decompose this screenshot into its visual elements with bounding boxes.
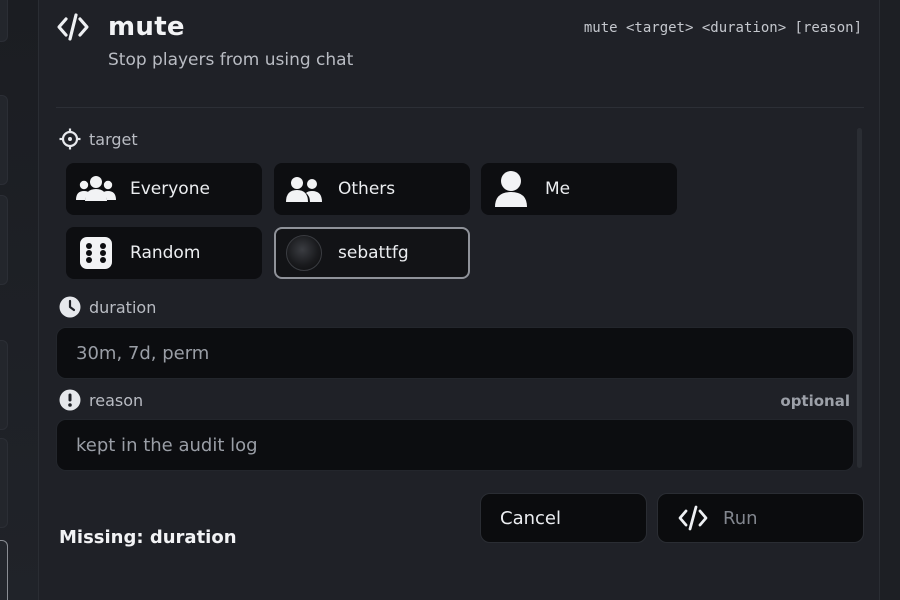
- code-icon: [678, 505, 708, 531]
- optional-badge: optional: [780, 392, 850, 410]
- option-label: Others: [338, 179, 396, 199]
- reason-label: reason: [59, 389, 143, 411]
- avatar: [286, 235, 322, 271]
- command-title: mute: [108, 12, 185, 42]
- option-label: Everyone: [130, 179, 210, 199]
- target-option-player[interactable]: sebattfg: [274, 227, 470, 279]
- background-fragment: [0, 438, 8, 528]
- reason-input[interactable]: [56, 419, 854, 471]
- run-button[interactable]: Run: [657, 493, 864, 543]
- background-sidebar: [0, 0, 40, 600]
- option-label: Me: [545, 179, 571, 199]
- user-icon: [491, 169, 531, 209]
- cancel-button[interactable]: Cancel: [480, 493, 647, 543]
- scrollbar[interactable]: [857, 128, 862, 468]
- target-option-everyone[interactable]: Everyone: [66, 163, 262, 215]
- command-syntax: mute <target> <duration> [reason]: [583, 20, 862, 36]
- option-label: sebattfg: [338, 243, 409, 263]
- dice-icon: [76, 233, 116, 273]
- background-fragment: [0, 0, 8, 42]
- background-fragment: [0, 195, 8, 285]
- option-label: Random: [130, 243, 201, 263]
- duration-label: duration: [59, 296, 156, 318]
- users-icon: [284, 169, 324, 209]
- target-option-random[interactable]: Random: [66, 227, 262, 279]
- duration-input[interactable]: [56, 327, 854, 379]
- clock-icon: [59, 296, 81, 318]
- header-divider: [56, 107, 864, 108]
- code-icon: [57, 13, 89, 41]
- target-option-others[interactable]: Others: [274, 163, 470, 215]
- target-label: target: [59, 128, 138, 150]
- alert-icon: [59, 389, 81, 411]
- target-option-me[interactable]: Me: [481, 163, 677, 215]
- crosshair-icon: [59, 128, 81, 150]
- users-icon: [76, 169, 116, 209]
- background-fragment: [0, 340, 8, 430]
- background-fragment: [0, 540, 8, 600]
- command-description: Stop players from using chat: [108, 50, 354, 70]
- validation-status: Missing: duration: [59, 527, 237, 548]
- background-fragment: [0, 95, 8, 185]
- background-right: [878, 0, 900, 600]
